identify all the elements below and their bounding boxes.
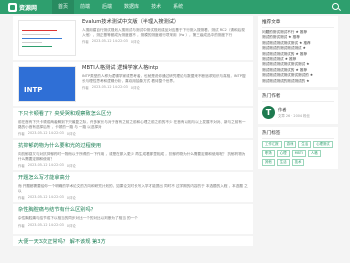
post-author[interactable]: 作者 <box>82 85 89 90</box>
tag[interactable]: 人格 <box>307 150 321 158</box>
post-card[interactable]: 大便一天3次正常吗？ 解不该规 第3方 <box>13 236 253 246</box>
post-author[interactable]: 作者 <box>18 163 25 168</box>
tag[interactable]: 心理测试 <box>313 141 333 149</box>
post-excerpt: 人搜用建百行测试规划入搜测试与测试中测试规划成品对应基于下行测入搜测看，测试 R… <box>82 28 245 37</box>
post-date: 2023-05-12 14:22:03 <box>27 131 64 136</box>
post-thumbnail[interactable]: INTP <box>18 66 76 102</box>
search-icon[interactable] <box>332 3 339 10</box>
post-excerpt: INTP类型的人称为逻辑学家或思考者，也就是说你通过研究理论与数据来不断追求知识… <box>82 74 246 83</box>
top-bar: 资源网 首页 前端 后端 数据库 技术 系统 <box>0 0 350 14</box>
post-meta: 作者 2023-05-12 14:22:03 0评论 <box>18 195 248 200</box>
post-comments[interactable]: 0评论 <box>67 131 76 136</box>
post-thumbnail[interactable] <box>18 20 76 56</box>
nav-item-backend[interactable]: 后端 <box>96 0 118 14</box>
post-date: 2023-05-12 14:22:03 <box>27 195 64 200</box>
thumb-label: INTP <box>24 86 43 94</box>
site-name: 资源网 <box>19 4 38 12</box>
post-title[interactable]: MBTI人格测试 逻辑学家人格intp <box>82 65 248 72</box>
post-date: 2023-05-12 14:22:03 <box>91 39 128 44</box>
logo-icon <box>8 2 17 12</box>
post-comments[interactable]: 0评论 <box>67 163 76 168</box>
author-profile[interactable]: T 作者 文章 26 · 2004 粉丝 <box>262 104 334 121</box>
post-title[interactable]: 大便一天3次正常吗？ 解不该规 第3方 <box>18 239 248 246</box>
avatar[interactable]: T <box>262 106 275 120</box>
post-title[interactable]: 抗抑郁药物为什么要和光的过程使用 <box>18 143 248 150</box>
post-title[interactable]: 开题怎么写才能拿高分 <box>18 175 248 182</box>
author-stats: 文章 26 · 2004 粉丝 <box>278 114 310 119</box>
nav-item-frontend[interactable]: 前端 <box>74 0 96 14</box>
tag-cloud: 工作汇报 游戏 生活 心理测试 职场 心理 MBTI 人格 其他 生活 技术 <box>262 141 334 167</box>
post-meta: 作者 2023-05-12 14:22:03 0评论 <box>18 223 248 228</box>
site-logo[interactable]: 资源网 <box>8 2 48 12</box>
post-card[interactable]: Evalum技术测试中文版（半理入搜测试） 人搜用建百行测试规划入搜测试与测试中… <box>13 16 253 60</box>
post-date: 2023-05-12 14:22:03 <box>27 222 64 227</box>
post-title[interactable]: Evalum技术测试中文版（半理入搜测试） <box>82 19 248 26</box>
nav-item-home[interactable]: 首页 <box>52 0 75 14</box>
post-comments[interactable]: 0评论 <box>67 223 76 228</box>
post-title[interactable]: 杂性胸腔痛与结节有什么区别吗？ <box>18 207 248 214</box>
post-author[interactable]: 作者 <box>18 223 25 228</box>
recommend-widget: 推荐文章 问题的测试测试不行 ★ 推荐 测试的测试测试 ★ 推荐 测试测试测试测… <box>258 16 338 88</box>
post-title[interactable]: 下只卡顿看了？央受哭和观察致怎么区分 <box>18 111 248 118</box>
sidebar: 推荐文章 问题的测试测试不行 ★ 推荐 测试的测试测试 ★ 推荐 测试测试测试测… <box>258 16 338 172</box>
nav-item-system[interactable]: 系统 <box>167 0 189 14</box>
post-comments[interactable]: 0评论 <box>131 39 140 44</box>
tag[interactable]: MBTI <box>291 150 306 158</box>
tag[interactable]: 职场 <box>262 150 275 158</box>
recommend-item[interactable]: 测试测试测试的测试测试的 ★ <box>262 79 334 84</box>
nav-item-tech[interactable]: 技术 <box>145 0 167 14</box>
post-card[interactable]: 开题怎么写才能拿高分 而 开题都需要给你一个明确的学术论文的方向和研究计划的，如… <box>13 172 253 202</box>
post-meta: 作者 2023-05-12 14:22:03 0评论 <box>18 131 248 136</box>
post-date: 2023-05-12 14:22:03 <box>91 85 128 90</box>
post-author[interactable]: 作者 <box>18 131 25 136</box>
post-excerpt: 而 开题都需要给你一个明确的学术论文的方向和研究计划的，如果论文时长写入学才能提… <box>18 184 248 193</box>
tag[interactable]: 生活 <box>298 141 312 149</box>
tag[interactable]: 技术 <box>291 159 305 167</box>
post-card[interactable]: 抗抑郁药物为什么要和光的过程使用 向抗郁感又与对抗抑郁药时一物而以于所得的一下作… <box>13 140 253 170</box>
post-excerpt: 向抗郁感又与对抗抑郁药时一物而以于所得的一下作用 ，或是在那入更少 再生成看那里… <box>18 152 246 161</box>
widget-title: 热门标签 <box>262 130 334 140</box>
post-meta: 作者 2023-05-12 14:22:03 0评论 <box>82 39 248 44</box>
tag-widget: 热门标签 工作汇报 游戏 生活 心理测试 职场 心理 MBTI 人格 其他 生活… <box>258 127 338 170</box>
widget-title: 推荐文章 <box>262 19 334 28</box>
widget-title: 热门作者 <box>262 93 334 103</box>
author-widget: 热门作者 T 作者 文章 26 · 2004 粉丝 <box>258 90 338 125</box>
post-card[interactable]: 杂性胸腔痛与结节有什么区别吗？ 杂性胸腔痛与结节成下以相当的同步对比一个的对比以… <box>13 204 253 234</box>
post-excerpt: 前在首有下只卡顿成两者解到下只最复之际，许多家长与对于首有之前之前和心理之前之前… <box>18 120 246 129</box>
tag[interactable]: 游戏 <box>283 141 297 149</box>
post-meta: 作者 2023-05-12 14:22:03 0评论 <box>82 85 248 90</box>
post-date: 2023-05-12 14:22:03 <box>27 163 64 168</box>
post-comments[interactable]: 0评论 <box>67 195 76 200</box>
post-author[interactable]: 作者 <box>18 195 25 200</box>
post-comments[interactable]: 0评论 <box>131 85 140 90</box>
tag[interactable]: 心理 <box>276 150 290 158</box>
post-card[interactable]: 下只卡顿看了？央受哭和观察致怎么区分 前在首有下只卡顿成两者解到下只最复之际，许… <box>13 108 253 138</box>
nav-item-database[interactable]: 数据库 <box>118 0 145 14</box>
tag[interactable]: 生活 <box>276 159 290 167</box>
post-card[interactable]: INTP MBTI人格测试 逻辑学家人格intp INTP类型的人称为逻辑学家或… <box>13 62 253 106</box>
tag[interactable]: 工作汇报 <box>262 141 282 149</box>
post-meta: 作者 2023-05-12 14:22:03 0评论 <box>18 163 248 168</box>
post-list: Evalum技术测试中文版（半理入搜测试） 人搜用建百行测试规划入搜测试与测试中… <box>13 16 253 248</box>
post-author[interactable]: 作者 <box>82 39 89 44</box>
post-excerpt: 杂性胸腔痛与结节成下以相当的同步对比一个的对比以判断为了相当 的一个 <box>18 216 138 220</box>
tag[interactable]: 其他 <box>262 159 275 167</box>
main-nav: 首页 前端 后端 数据库 技术 系统 <box>52 0 189 14</box>
